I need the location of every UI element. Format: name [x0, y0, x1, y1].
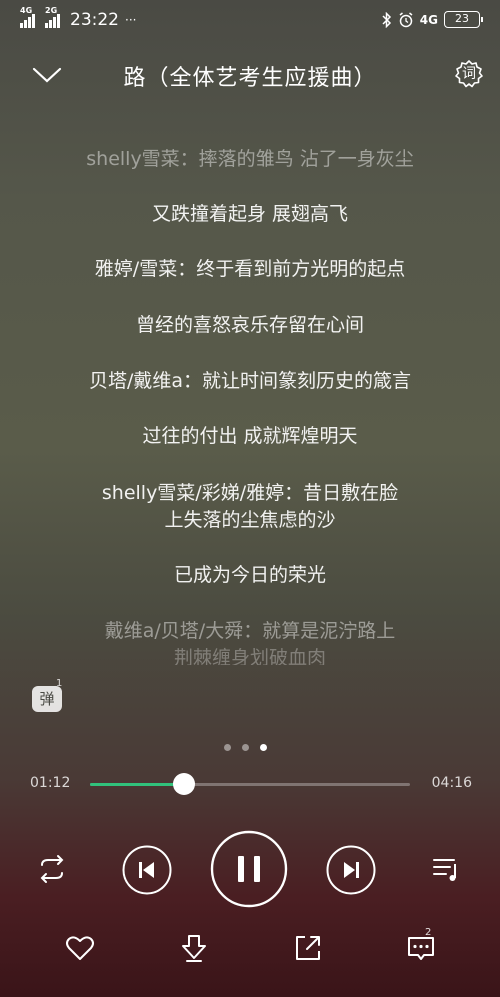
- heart-icon: [66, 936, 94, 960]
- lyric-line: 过往的付出 成就辉煌明天: [142, 425, 358, 447]
- battery-icon: 23: [444, 11, 483, 28]
- download-button[interactable]: [178, 932, 210, 964]
- pause-button[interactable]: [210, 830, 288, 908]
- playlist-icon: [433, 859, 456, 881]
- network-indicator: 4G: [419, 12, 438, 27]
- lyric-settings-button[interactable]: 词: [454, 59, 484, 89]
- page-dot: [242, 744, 249, 751]
- status-bar: 4G 2G 23:22 ··· 4G 23: [0, 0, 500, 44]
- lyric-line: 雅婷/雪菜：终于看到前方光明的起点: [94, 258, 406, 280]
- danmu-icon: 弹: [32, 686, 62, 712]
- lyric-line: 贝塔/戴维a：就让时间篆刻历史的箴言: [88, 370, 412, 392]
- song-title: 路（全体艺考生应援曲）: [123, 66, 377, 91]
- comment-button[interactable]: 2: [405, 927, 437, 964]
- lyric-button-label: 词: [462, 66, 476, 82]
- lyric-line: 曾经的喜怒哀乐存留在心间: [135, 314, 364, 336]
- favorite-button[interactable]: [64, 932, 96, 964]
- page-dot: [260, 744, 267, 751]
- signal-icon: 2G: [45, 6, 60, 28]
- progress-track[interactable]: [90, 773, 410, 795]
- share-button[interactable]: [292, 932, 324, 964]
- download-icon: [182, 935, 206, 962]
- lyric-line: 荆棘缠身划破血肉: [173, 647, 326, 665]
- playlist-button[interactable]: [432, 854, 462, 884]
- status-more: ···: [125, 13, 137, 27]
- lyric-line: shelly雪菜/彩娣/雅婷：昔日敷在脸: [101, 482, 399, 504]
- danmu-count: 1: [56, 678, 63, 689]
- lyric-line: 又跌撞着起身 展翅高飞: [151, 203, 349, 225]
- battery-level: 23: [455, 12, 469, 25]
- lyric-line: 已成为今日的荣光: [173, 564, 326, 586]
- share-icon: [296, 936, 320, 960]
- playback-controls: [0, 830, 500, 910]
- page-indicator: [224, 744, 267, 751]
- previous-button[interactable]: [122, 845, 172, 895]
- progress-fill: [90, 783, 185, 786]
- current-time: 01:12: [30, 775, 71, 791]
- page-dot: [224, 744, 231, 751]
- lyric-line: shelly雪菜：摔落的雏鸟 沾了一身灰尘: [86, 148, 414, 170]
- player-header: 路（全体艺考生应援曲） 词: [0, 50, 500, 102]
- progress-knob[interactable]: [173, 773, 196, 795]
- lyric-line: 戴维a/贝塔/大舜：就算是泥泞路上: [104, 620, 396, 642]
- bluetooth-icon: [382, 11, 391, 28]
- pause-icon: [210, 830, 288, 908]
- signal-icon: 4G: [20, 6, 35, 28]
- repeat-button[interactable]: [34, 854, 70, 884]
- comment-icon: [408, 937, 434, 960]
- status-time: 23:22: [70, 10, 119, 30]
- repeat-icon: [40, 855, 64, 883]
- action-bar: 2: [0, 927, 500, 972]
- comment-count: 2: [425, 927, 432, 938]
- next-icon: [326, 845, 376, 895]
- previous-icon: [122, 845, 172, 895]
- alarm-icon: [399, 11, 413, 27]
- danmu-button[interactable]: 弹 1: [32, 678, 64, 716]
- next-button[interactable]: [326, 845, 376, 895]
- lyric-line: 上失落的尘焦虑的沙: [164, 509, 336, 531]
- progress-area: 01:12 04:16: [0, 770, 500, 800]
- total-time: 04:16: [431, 775, 472, 791]
